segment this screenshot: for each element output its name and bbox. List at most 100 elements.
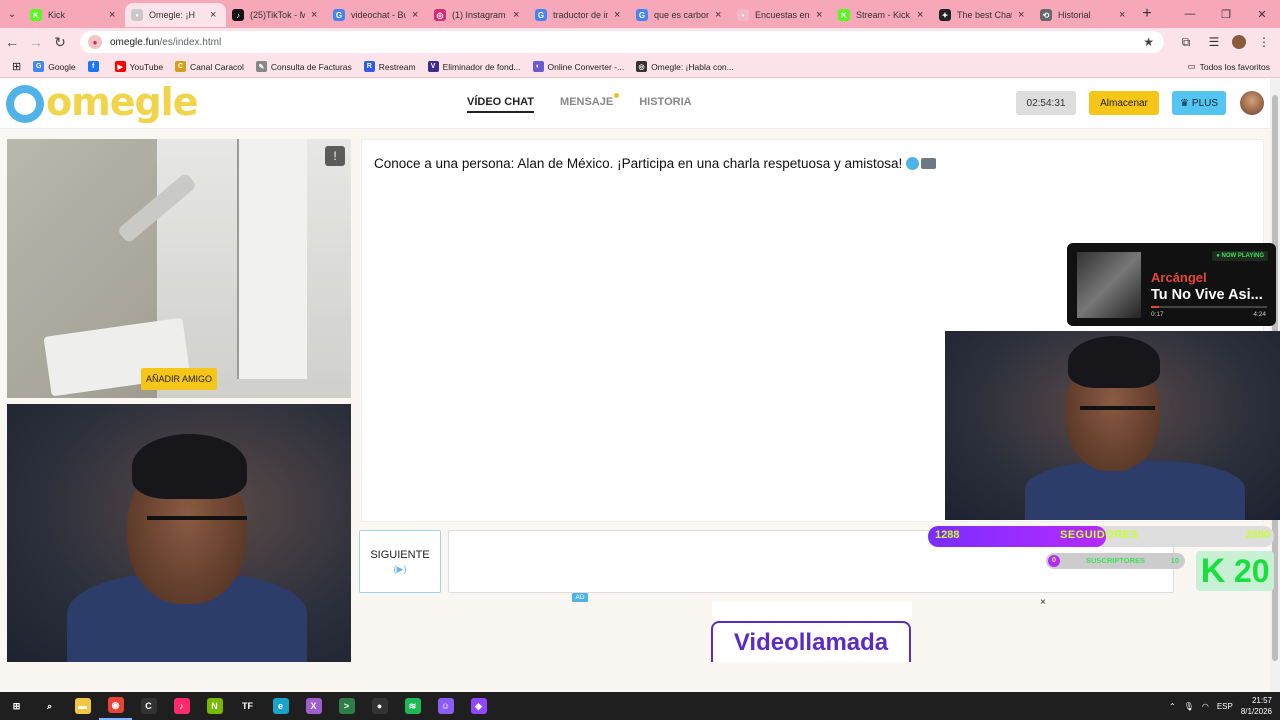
followers-goal-bar: 1288 SEGUIDORES 2500 [928, 526, 1274, 547]
site-info-icon[interactable]: ● [88, 35, 102, 49]
bookmark-item[interactable]: ▶ YouTube [109, 58, 169, 76]
browser-tab[interactable]: K Stream - Kick M × [832, 3, 933, 27]
taskbar-app-twitch[interactable]: ◆ [462, 692, 495, 720]
reading-list-icon[interactable]: ☰ [1204, 32, 1224, 52]
tab-close-icon[interactable]: × [513, 9, 523, 21]
close-window-button[interactable]: ✕ [1244, 0, 1280, 28]
tab-close-icon[interactable]: × [311, 9, 321, 21]
taskbar-app-obs[interactable]: ● [363, 692, 396, 720]
tab-title: The best ChatR [957, 10, 1012, 20]
taskbar-app-start[interactable]: ⊞ [0, 692, 33, 720]
bookmark-label: Eliminador de fond... [442, 61, 521, 72]
tab-close-icon[interactable]: × [917, 9, 927, 21]
wifi-icon[interactable]: ◠ [1202, 702, 1209, 711]
subs-goal-bar: 0 SUSCRIPTORES 10 [1046, 553, 1185, 569]
browser-tab[interactable]: ✦ The best ChatR × [933, 3, 1034, 27]
browser-tab[interactable]: ⟲ Historial × [1034, 3, 1135, 27]
omegle-logo[interactable]: omegle [6, 80, 198, 124]
bookmark-item[interactable]: C Canal Caracol [169, 58, 250, 76]
tab-close-icon[interactable]: × [614, 9, 624, 21]
toolbar-actions: ⧉ ☰ ⋮ [1176, 32, 1274, 52]
taskbar-app-discord[interactable]: ☺ [429, 692, 462, 720]
new-tab-button[interactable]: + [1135, 2, 1159, 26]
user-avatar[interactable] [1240, 91, 1264, 115]
tab-close-icon[interactable]: × [715, 9, 725, 21]
tray-overflow-icon[interactable]: ⌃ [1169, 702, 1176, 711]
bookmark-item[interactable]: R Restream [358, 58, 422, 76]
track-artist: Arcángel [1151, 270, 1207, 285]
tab-favicon-icon: G [636, 9, 648, 21]
all-bookmarks-button[interactable]: ▭ Todos los favoritos [1188, 61, 1270, 72]
nav-message[interactable]: MENSAJE [560, 93, 620, 113]
nav-video-chat[interactable]: VÍDEO CHAT [467, 96, 535, 113]
ad-title[interactable]: Videollamada [711, 621, 911, 662]
browser-tab[interactable]: Gque es carbono × [630, 3, 731, 27]
bookmark-favicon-icon: V [427, 61, 439, 72]
tab-favicon-icon: • [131, 9, 143, 21]
bookmark-favicon-icon: ✎ [255, 61, 267, 72]
apps-grid-icon[interactable]: ⊞ [8, 58, 25, 76]
browser-tab[interactable]: ♪ (25)TikTok - M × [226, 3, 327, 27]
tab-title: Stream - Kick M [856, 10, 911, 20]
discord-icon: ☺ [437, 698, 454, 714]
taskbar-app-nvidia[interactable]: N [198, 692, 231, 720]
plus-button[interactable]: ♛ PLUS [1172, 91, 1226, 115]
bookmark-item[interactable]: ◐ Online Converter -... [527, 58, 631, 76]
bookmark-item[interactable]: f [82, 58, 109, 76]
bookmark-star-icon[interactable]: ★ [1143, 35, 1154, 49]
report-icon[interactable]: ! [325, 146, 345, 166]
clock[interactable]: 21:57 8/1/2026 [1241, 695, 1272, 717]
taskbar-app-terminal[interactable]: > [330, 692, 363, 720]
bookmark-item[interactable]: V Eliminador de fond... [422, 58, 527, 76]
add-friend-button[interactable]: AÑADIR AMIGO [141, 368, 217, 390]
main-nav: VÍDEO CHAT MENSAJE HISTORIA [467, 93, 692, 113]
tab-close-icon[interactable]: × [1119, 9, 1129, 21]
browser-menu-icon[interactable]: ⋮ [1254, 32, 1274, 52]
tab-close-icon[interactable]: × [1018, 9, 1028, 21]
taskbar-app-xbox[interactable]: X [297, 692, 330, 720]
tab-title: videochat - Bu [351, 10, 406, 20]
nav-history[interactable]: HISTORIA [639, 96, 691, 113]
browser-tab[interactable]: ◎ (1) Instagram × [428, 3, 529, 27]
bookmark-label: Restream [378, 61, 416, 72]
browser-tab[interactable]: Gvideochat - Bu × [327, 3, 428, 27]
forward-button[interactable]: → [24, 30, 48, 54]
browser-tab[interactable]: K Kick × [24, 3, 125, 27]
profile-avatar[interactable] [1232, 35, 1246, 49]
tab-close-icon[interactable]: × [210, 9, 220, 21]
tab-title: Historial [1058, 10, 1091, 20]
url-bar[interactable]: ● omegle.fun/es/index.html ★ [80, 31, 1164, 53]
restore-button[interactable]: ❐ [1208, 0, 1244, 28]
save-button[interactable]: Almacenar [1089, 91, 1159, 115]
microphone-icon[interactable]: 🎙 [1184, 702, 1194, 711]
album-art [1077, 252, 1141, 318]
taskbar-app-cod[interactable]: C [132, 692, 165, 720]
bookmark-label: Consulta de Facturas [270, 61, 352, 72]
bookmark-item[interactable]: G Google [27, 58, 81, 76]
tab-search-button[interactable]: ⌄ [0, 0, 24, 28]
reload-button[interactable]: ↻ [48, 30, 72, 54]
browser-tab[interactable]: Gtraductor de in × [529, 3, 630, 27]
browser-tab[interactable]: • Encuestas en K × [731, 3, 832, 27]
bookmark-item[interactable]: ✎ Consulta de Facturas [250, 58, 358, 76]
taskbar-app-chrome[interactable]: ◉ [99, 692, 132, 720]
ad-close-button[interactable]: × [1040, 597, 1046, 608]
taskbar-app-search[interactable]: ⌕ [33, 692, 66, 720]
taskbar-app-tf[interactable]: TF [231, 692, 264, 720]
minimize-button[interactable]: — [1172, 0, 1208, 28]
tab-close-icon[interactable]: × [412, 9, 422, 21]
back-button[interactable]: ← [0, 30, 24, 54]
browser-tab[interactable]: • Omegle: ¡H × [125, 3, 226, 27]
bookmark-item[interactable]: ◎ Omegle: ¡Habla con... [630, 58, 740, 76]
taskbar-app-explorer[interactable]: ▬ [66, 692, 99, 720]
tab-close-icon[interactable]: × [816, 9, 826, 21]
next-button[interactable]: SIGUIENTE (▶) [359, 530, 441, 593]
bookmark-label: Omegle: ¡Habla con... [651, 61, 734, 72]
taskbar-app-spotify[interactable]: ≋ [396, 692, 429, 720]
taskbar-app-edge[interactable]: e [264, 692, 297, 720]
extensions-icon[interactable]: ⧉ [1176, 32, 1196, 52]
language-indicator[interactable]: ESP [1217, 702, 1233, 711]
taskbar-app-tiktok[interactable]: ♪ [165, 692, 198, 720]
video-scene [237, 139, 307, 379]
tab-close-icon[interactable]: × [109, 9, 119, 21]
